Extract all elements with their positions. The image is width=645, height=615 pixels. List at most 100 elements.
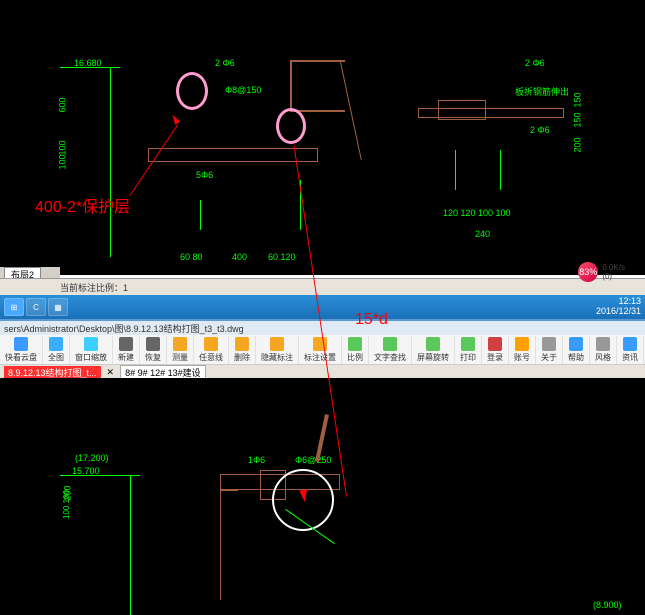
tool-label: 隐藏标注 [261, 352, 293, 363]
tool-icon [49, 337, 63, 351]
tool-icon [348, 337, 362, 351]
break4 [500, 150, 501, 190]
slab-1 [148, 148, 318, 162]
tool-label: 资讯 [622, 352, 638, 363]
spec-206-r2: 2 Φ6 [530, 125, 550, 135]
break1 [200, 200, 201, 230]
dim-150a: 150 [573, 92, 583, 107]
perf-badge[interactable]: 83% 0.0K/s (0) [578, 262, 625, 282]
tool-label: 账号 [514, 352, 530, 363]
dim-200v: 200 [573, 137, 583, 152]
elev-line-2 [60, 475, 140, 476]
badge-pct: 83% [578, 262, 598, 282]
tool-icon [84, 337, 98, 351]
app-icon-2[interactable]: ▦ [48, 298, 68, 316]
tool-icon [119, 337, 133, 351]
windows-taskbar[interactable]: ⊞ C ▦ 12:13 2016/12/31 [0, 295, 645, 319]
tool-label: 打印 [460, 352, 476, 363]
tool-label: 文字查找 [374, 352, 406, 363]
tool-label: 屏幕旋转 [417, 352, 449, 363]
elev-17200: (17.200) [75, 453, 109, 463]
tool-icon [426, 337, 440, 351]
tool-比例[interactable]: 比例 [342, 336, 369, 364]
tool-恢复[interactable]: 恢复 [140, 336, 167, 364]
dim-150b: 150 [573, 112, 583, 127]
tool-icon [488, 337, 502, 351]
tool-label: 任意线 [199, 352, 223, 363]
dim-600: 600 [58, 97, 68, 112]
tool-label: 帮助 [568, 352, 584, 363]
dim-240: 240 [475, 229, 490, 239]
tool-label: 新建 [118, 352, 134, 363]
doc-tab-x[interactable]: ✕ [107, 367, 115, 378]
spec-206-l: 2 Φ6 [215, 58, 235, 68]
tool-新建[interactable]: 新建 [113, 336, 140, 364]
tool-label: 关于 [541, 352, 557, 363]
tool-隐藏标注[interactable]: 隐藏标注 [256, 336, 299, 364]
tool-屏幕旋转[interactable]: 屏幕旋转 [412, 336, 455, 364]
vline [110, 67, 111, 257]
tool-label: 比例 [347, 352, 363, 363]
beam-shape-1 [290, 60, 345, 112]
spec-206-r1: 2 Φ6 [525, 58, 545, 68]
tool-任意线[interactable]: 任意线 [194, 336, 229, 364]
tool-icon [14, 337, 28, 351]
beam-2 [438, 100, 486, 120]
badge-speed: 0.0K/s [602, 263, 625, 272]
spec-f6250: Φ6@250 [295, 455, 331, 465]
dim-8900: (8.900) [593, 600, 622, 610]
dim-60120: 60 120 [268, 252, 296, 262]
dim-cluster: 120 120 100 100 [443, 208, 511, 218]
tool-icon [383, 337, 397, 351]
tool-关于[interactable]: 关于 [536, 336, 563, 364]
tool-label: 风格 [595, 352, 611, 363]
top-cad-canvas[interactable]: 16.680 2 Φ6 Φ8@150 2 Φ6 板折钢筋伸出 2 Φ6 600 … [0, 0, 645, 275]
tool-icon [542, 337, 556, 351]
tool-label: 登录 [487, 352, 503, 363]
annotation-1: 400-2*保护层 [35, 193, 130, 217]
tool-icon [515, 337, 529, 351]
tool-icon [461, 337, 475, 351]
tool-打印[interactable]: 打印 [455, 336, 482, 364]
tool-icon [270, 337, 284, 351]
tool-全图[interactable]: 全图 [43, 336, 70, 364]
active-doc-tab[interactable]: 8.9.12.13结构打图_t... [4, 366, 101, 379]
taskbar-items: ⊞ C ▦ [4, 298, 68, 316]
tool-label: 快看云盘 [5, 352, 37, 363]
dim-100100: 100 100 [62, 490, 71, 519]
file-path: sers\Administrator\Desktop\图\8.9.12.13结构… [4, 322, 244, 335]
annotation-2: 15*d [355, 311, 388, 329]
tool-icon [569, 337, 583, 351]
app-icon-1[interactable]: C [26, 298, 46, 316]
tool-label: 全图 [48, 352, 64, 363]
tool-label: 删除 [234, 352, 250, 363]
highlight-1 [176, 72, 208, 110]
tool-标注设置[interactable]: 标注设置 [299, 336, 342, 364]
tool-登录[interactable]: 登录 [482, 336, 509, 364]
tool-账号[interactable]: 账号 [509, 336, 536, 364]
highlight-2 [276, 108, 306, 144]
tool-帮助[interactable]: 帮助 [563, 336, 590, 364]
scale-status: 当前标注比例：1 [60, 281, 128, 294]
arrow-2-head [299, 490, 309, 503]
tool-文字查找[interactable]: 文字查找 [369, 336, 412, 364]
elev-line [60, 67, 120, 68]
bottom-cad-canvas[interactable]: (17.200) 15.700 200 100 100 1Φ6 Φ6@250 (… [0, 378, 645, 615]
taskbar-clock[interactable]: 12:13 2016/12/31 [596, 297, 641, 317]
tool-删除[interactable]: 删除 [229, 336, 256, 364]
date: 2016/12/31 [596, 307, 641, 317]
tool-测量[interactable]: 测量 [167, 336, 194, 364]
tool-风格[interactable]: 风格 [590, 336, 617, 364]
tool-窗口缩放[interactable]: 窗口缩放 [70, 336, 113, 364]
col-b [220, 490, 238, 600]
tool-资讯[interactable]: 资讯 [617, 336, 644, 364]
spec-1f6: 1Φ6 [248, 455, 265, 465]
start-icon[interactable]: ⊞ [4, 298, 24, 316]
tool-label: 窗口缩放 [75, 352, 107, 363]
tool-快看云盘[interactable]: 快看云盘 [0, 336, 43, 364]
dim-100: 100 [58, 140, 68, 155]
slab-note: 板折钢筋伸出 [515, 85, 569, 98]
tool-label: 恢复 [145, 352, 161, 363]
spacing-spec: Φ8@150 [225, 85, 261, 95]
tool-icon [173, 337, 187, 351]
